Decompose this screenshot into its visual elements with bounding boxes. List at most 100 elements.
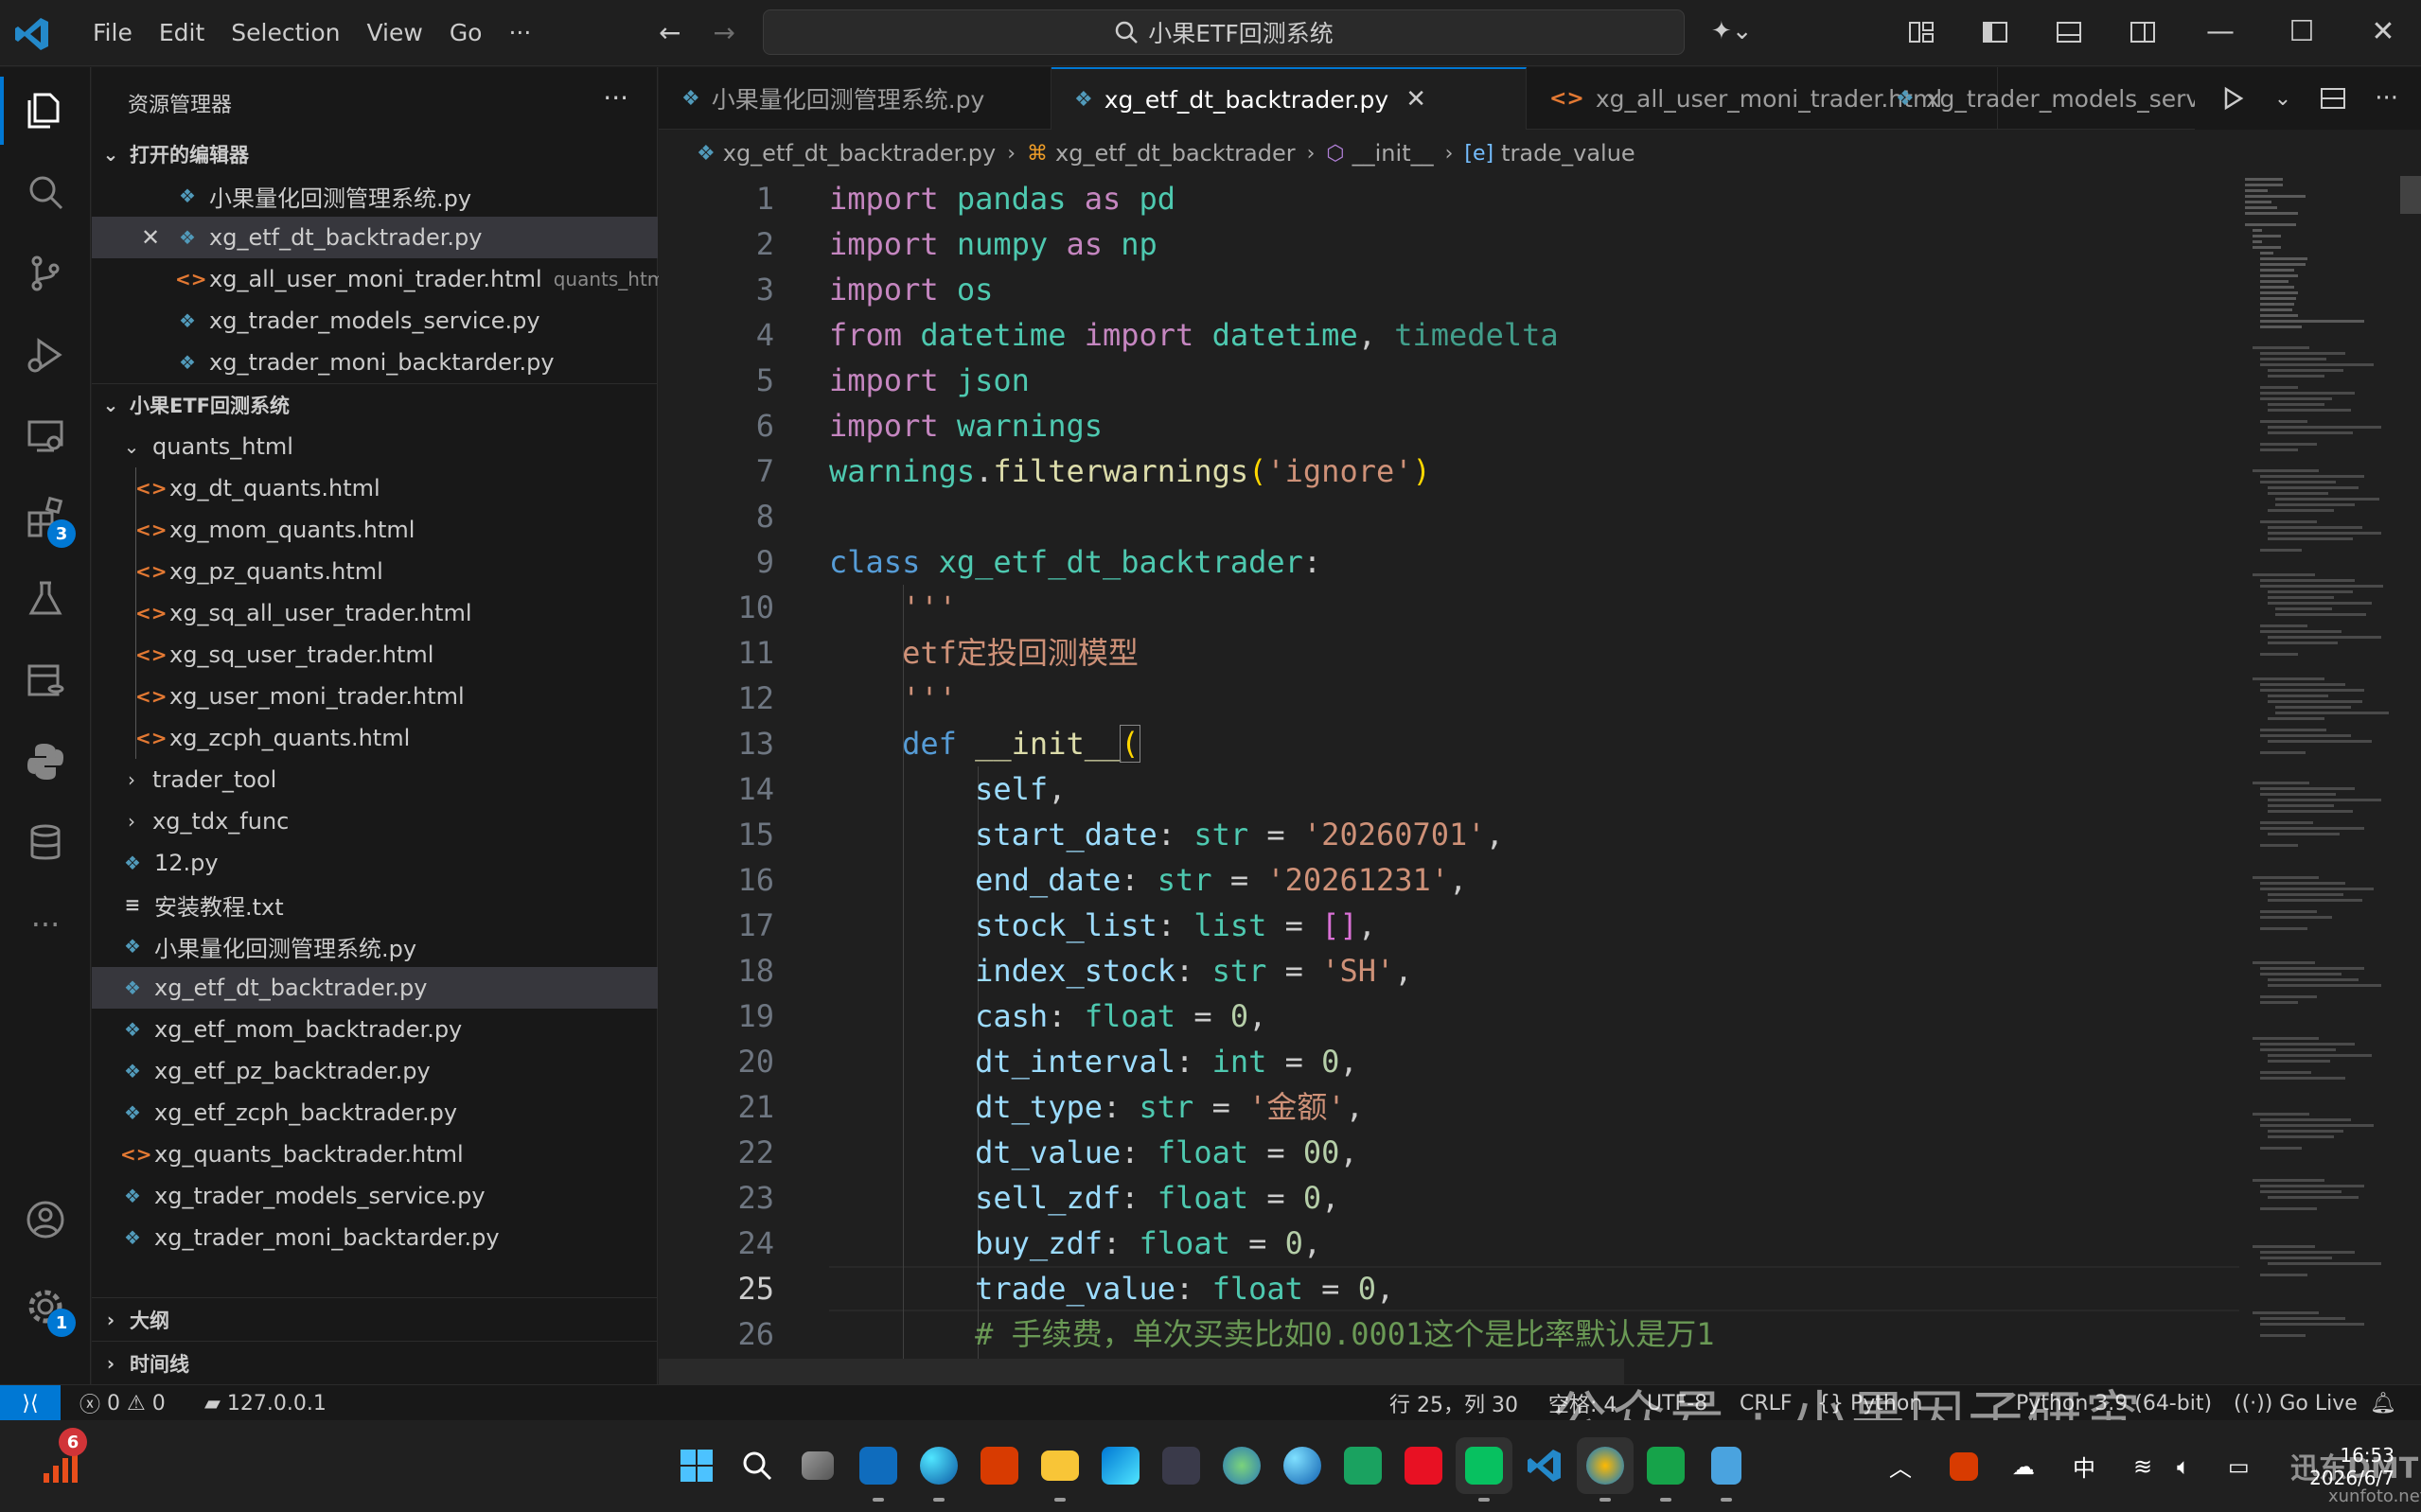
tree-file-item[interactable]: ❖ xg_etf_mom_backtrader.py	[92, 1009, 658, 1050]
remote-explorer-icon[interactable]	[19, 410, 72, 463]
tree-file-item[interactable]: ❖ 12.py	[92, 842, 658, 884]
testing-icon[interactable]	[19, 572, 72, 625]
tab-etf-dt-backtrader[interactable]: ❖ xg_etf_dt_backtrader.py ✕	[1051, 67, 1527, 130]
menu-selection[interactable]: Selection	[218, 17, 353, 48]
tree-file-item[interactable]: <> xg_sq_all_user_trader.html	[92, 592, 658, 634]
breadcrumb-file[interactable]: ❖ xg_etf_dt_backtrader.py	[697, 140, 996, 167]
notepad-icon[interactable]	[1698, 1437, 1755, 1502]
open-editor-item[interactable]: ❖ xg_trader_models_service.py	[92, 300, 658, 342]
toggle-secondary-sidebar-icon[interactable]	[2128, 17, 2158, 47]
run-python-icon[interactable]	[2218, 83, 2248, 114]
minimap[interactable]	[2241, 176, 2393, 1384]
wps-office-icon[interactable]	[971, 1437, 1028, 1494]
outlook-icon[interactable]	[850, 1437, 907, 1502]
tree-file-item[interactable]: ❖ xg_trader_moni_backtarder.py	[92, 1217, 658, 1258]
breadcrumb-method[interactable]: ⬡ __init__	[1326, 140, 1433, 167]
editor-scrollbar-thumb[interactable]	[2400, 176, 2421, 214]
command-center[interactable]: 小果ETF回测系统	[763, 9, 1685, 55]
tray-cloud-icon[interactable]: ☁	[2012, 1420, 2035, 1512]
split-editor-icon[interactable]	[2318, 83, 2348, 114]
database-panel-icon[interactable]	[19, 654, 72, 707]
outline-section[interactable]: › 大纲	[92, 1299, 658, 1341]
host-indicator[interactable]: ▰ 127.0.0.1	[204, 1385, 327, 1421]
run-dropdown-chevron-icon[interactable]: ⌄	[2274, 87, 2291, 111]
minimize-button[interactable]: —	[2201, 15, 2239, 48]
problems-indicator[interactable]: ⓧ 0 ⚠ 0	[80, 1385, 166, 1421]
search-activity-icon[interactable]	[19, 166, 72, 219]
database-icon[interactable]	[19, 817, 72, 870]
tray-overflow-chevron-icon[interactable]: ︿	[1889, 1420, 1912, 1512]
tree-file-item[interactable]: <> xg_mom_quants.html	[92, 509, 658, 551]
menu-go[interactable]: Go	[436, 17, 496, 48]
explorer-more-button[interactable]: ···	[603, 82, 628, 114]
run-debug-icon[interactable]	[19, 328, 72, 381]
open-editors-section[interactable]: ⌄ 打开的编辑器	[92, 133, 658, 175]
open-editor-item[interactable]: <> xg_all_user_moni_trader.html quants_h…	[92, 258, 671, 300]
battery-icon[interactable]: ▭	[2228, 1420, 2250, 1512]
tree-file-item[interactable]: <> xg_quants_backtrader.html	[92, 1134, 658, 1175]
customize-layout-icon[interactable]	[1906, 17, 1936, 47]
forward-arrow-icon[interactable]: →	[713, 17, 734, 48]
menu-view[interactable]: View	[353, 17, 435, 48]
code-editor[interactable]: 1 2 3 4 5 6 7 8 9 10 11 12 13 14 15 16 1…	[659, 176, 2421, 1384]
remote-indicator-icon[interactable]: ⟩⟨	[0, 1385, 61, 1421]
app-green-icon[interactable]	[1334, 1437, 1391, 1494]
source-control-icon[interactable]	[19, 247, 72, 300]
windows-start-icon[interactable]	[668, 1437, 725, 1494]
tree-file-item[interactable]: <> xg_dt_quants.html	[92, 467, 658, 509]
folder-trader-tool[interactable]: › trader_tool	[92, 759, 658, 800]
edge-browser-icon[interactable]	[910, 1437, 967, 1502]
microsoft-store-icon[interactable]	[1092, 1437, 1149, 1494]
settings-gear-icon[interactable]: 1	[19, 1280, 76, 1337]
tree-file-item[interactable]: ≡ 安装教程.txt	[92, 884, 658, 925]
tab-trader-models-service[interactable]: ❖ xg_trader_models_service.py	[1873, 67, 2214, 130]
taskbar-search-icon[interactable]	[729, 1437, 786, 1494]
cursor-position[interactable]: 行 25，列 30	[1389, 1385, 1518, 1421]
file-explorer-icon[interactable]	[1032, 1437, 1088, 1502]
breadcrumb-class[interactable]: ⌘ xg_etf_dt_backtrader	[1027, 140, 1296, 167]
copilot-icon[interactable]: ✦⌄	[1711, 17, 1753, 45]
extensions-icon[interactable]: 3	[19, 491, 76, 548]
app-capture-icon[interactable]	[1577, 1437, 1634, 1502]
toggle-sidebar-icon[interactable]	[1980, 17, 2010, 47]
accounts-icon[interactable]	[19, 1193, 72, 1246]
close-tab-icon[interactable]: ✕	[1405, 85, 1426, 114]
tree-file-item[interactable]: ❖ 小果量化回测管理系统.py	[92, 925, 658, 967]
more-actions-icon[interactable]: ···	[2375, 84, 2398, 113]
open-editor-item[interactable]: ❖ xg_trader_moni_backtarder.py	[92, 342, 658, 383]
app-cube-icon[interactable]	[1153, 1437, 1210, 1494]
python-icon[interactable]	[19, 735, 72, 788]
vscode-taskbar-icon[interactable]	[1516, 1437, 1573, 1494]
tree-file-item[interactable]: ❖ xg_etf_zcph_backtrader.py	[92, 1092, 658, 1134]
task-view-icon[interactable]	[789, 1437, 846, 1494]
tray-wps-icon[interactable]	[1950, 1420, 1978, 1512]
notifications-bell-icon[interactable]: 🔔︎	[2370, 1385, 2396, 1421]
tree-file-item[interactable]: <> xg_pz_quants.html	[92, 551, 658, 592]
explorer-icon[interactable]	[0, 77, 72, 145]
timeline-section[interactable]: › 时间线	[92, 1343, 658, 1384]
app-bank-icon[interactable]	[1395, 1437, 1452, 1494]
wechat-icon[interactable]	[1456, 1437, 1512, 1502]
more-views-icon[interactable]: ···	[19, 898, 72, 951]
tree-file-item[interactable]: <> xg_sq_user_trader.html	[92, 634, 658, 676]
tree-file-item[interactable]: ❖ xg_trader_models_service.py	[92, 1175, 658, 1217]
breadcrumb-field[interactable]: [e] trade_value	[1464, 140, 1635, 167]
menu-edit[interactable]: Edit	[146, 17, 218, 48]
close-window-button[interactable]: ✕	[2364, 15, 2402, 48]
input-language-indicator[interactable]: 中	[2073, 1420, 2095, 1512]
volume-muted-icon[interactable]: 🔈︎	[2177, 1420, 2190, 1512]
tree-file-item[interactable]: ❖ xg_etf_pz_backtrader.py	[92, 1050, 658, 1092]
signal-widget-icon[interactable]: 6	[32, 1428, 89, 1494]
menu-more[interactable]: ···	[495, 17, 544, 48]
edge-dev-icon[interactable]	[1274, 1437, 1331, 1494]
menu-file[interactable]: File	[80, 17, 146, 48]
back-arrow-icon[interactable]: ←	[659, 17, 680, 48]
folder-xg-tdx-func[interactable]: › xg_tdx_func	[92, 800, 658, 842]
go-live-button[interactable]: ((·)) Go Live	[2234, 1385, 2358, 1421]
close-icon[interactable]: ✕	[141, 224, 175, 251]
tree-file-item-selected[interactable]: ❖ xg_etf_dt_backtrader.py	[92, 967, 658, 1009]
tab-management-system[interactable]: ❖ 小果量化回测管理系统.py	[659, 67, 1051, 130]
wifi-icon[interactable]: ≋	[2133, 1420, 2152, 1512]
folder-quants-html[interactable]: ⌄ quants_html	[92, 426, 658, 467]
tree-file-item[interactable]: <> xg_zcph_quants.html	[92, 717, 658, 759]
